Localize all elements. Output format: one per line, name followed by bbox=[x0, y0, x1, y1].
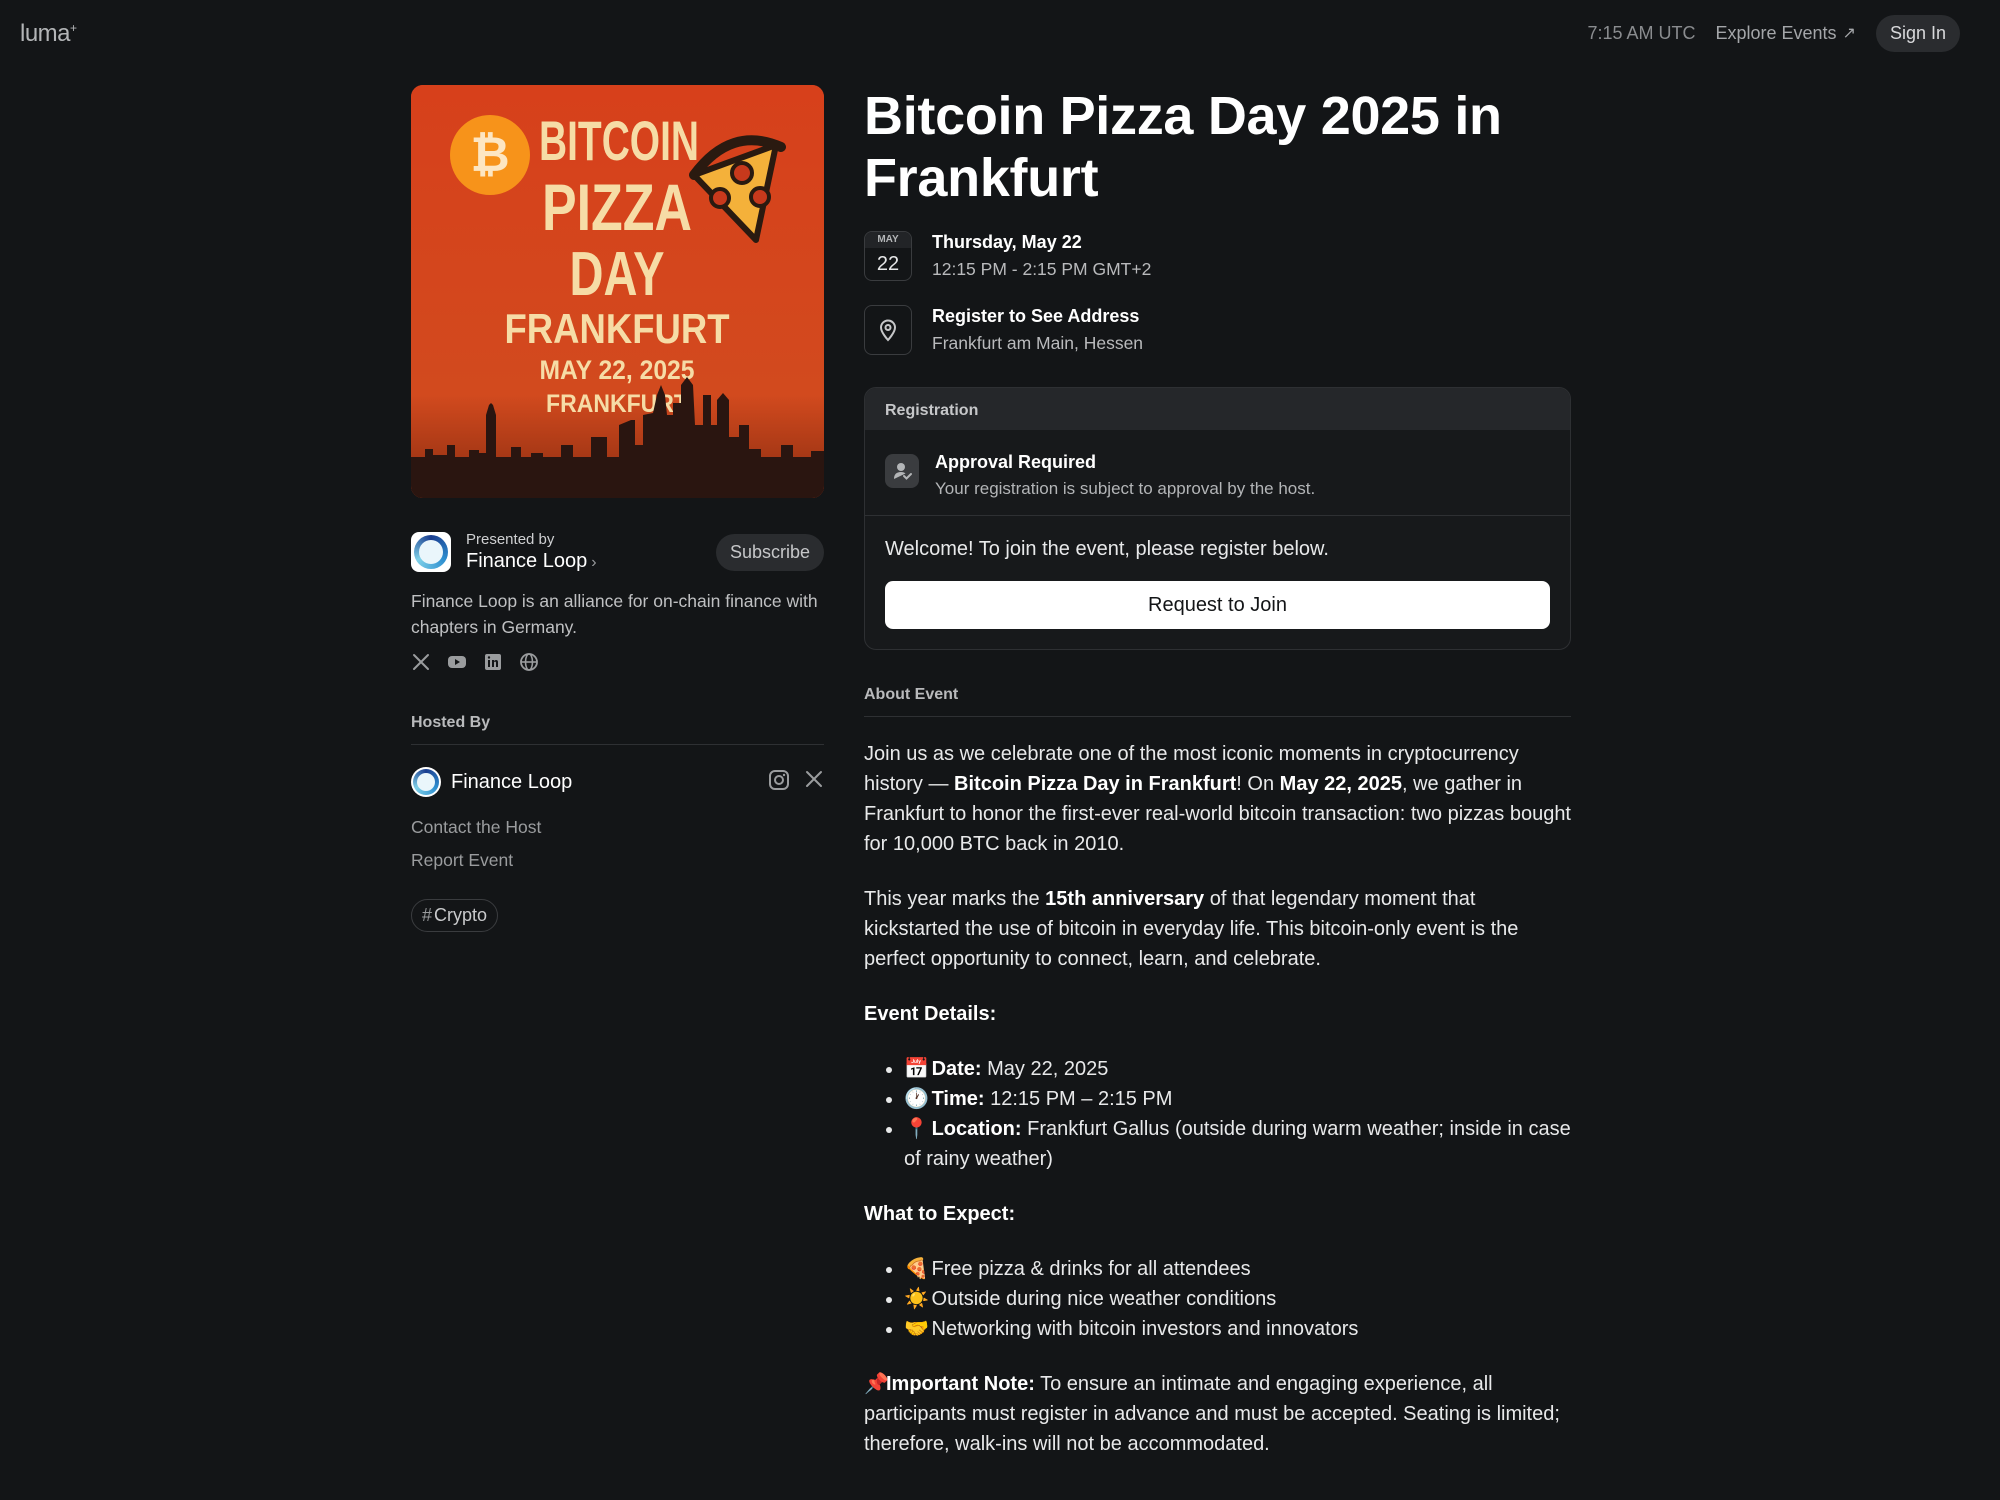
chevron-right-icon: › bbox=[591, 554, 597, 571]
top-bar: luma+ 7:15 AM UTC Explore Events ↗ Sign I… bbox=[0, 0, 2000, 66]
list-item: 📍 Location: Frankfurt Gallus (outside du… bbox=[904, 1114, 1571, 1174]
event-details-heading: Event Details: bbox=[864, 1003, 997, 1025]
x-icon[interactable] bbox=[804, 769, 824, 796]
location-text: Register to See Address Frankfurt am Mai… bbox=[932, 306, 1143, 354]
instagram-icon[interactable] bbox=[768, 769, 790, 796]
presenter-row: Presented by Finance Loop › Subscribe bbox=[411, 530, 824, 574]
finance-loop-logo[interactable] bbox=[411, 532, 451, 572]
user-check-icon bbox=[885, 454, 919, 488]
list-item: 🕐 Time: 12:15 PM – 2:15 PM bbox=[904, 1084, 1571, 1114]
sun-emoji-icon: ☀️ bbox=[904, 1288, 929, 1310]
pushpin-emoji-icon: 📌 bbox=[864, 1373, 889, 1395]
globe-icon[interactable] bbox=[519, 652, 539, 672]
registration-card: Registration Approval Required Your regi… bbox=[864, 387, 1571, 650]
explore-events-label: Explore Events bbox=[1715, 22, 1837, 43]
registration-header: Registration bbox=[865, 388, 1570, 430]
list-item: 🤝 Networking with bitcoin investors and … bbox=[904, 1314, 1571, 1344]
explore-events-link[interactable]: Explore Events ↗ bbox=[1715, 23, 1855, 44]
hash-icon: # bbox=[422, 905, 433, 925]
about-event-title: About Event bbox=[864, 686, 1571, 717]
svg-text:FRANKFURT: FRANKFURT bbox=[505, 305, 730, 352]
date-text: Thursday, May 22 12:15 PM - 2:15 PM GMT+… bbox=[932, 232, 1151, 280]
about-paragraph-1: Join us as we celebrate one of the most … bbox=[864, 743, 1571, 855]
logo-mark: + bbox=[70, 21, 77, 35]
current-time: 7:15 AM UTC bbox=[1587, 22, 1696, 43]
pin-emoji-icon: 📍 bbox=[904, 1118, 929, 1140]
sign-in-button[interactable]: Sign In bbox=[1875, 14, 1960, 52]
presenter-text: Presented by Finance Loop › bbox=[466, 531, 597, 573]
date-row: MAY 22 Thursday, May 22 12:15 PM - 2:15 … bbox=[864, 231, 1571, 281]
youtube-icon[interactable] bbox=[447, 652, 467, 672]
arrow-up-right-icon: ↗ bbox=[1842, 25, 1856, 42]
about-event-body: Join us as we celebrate one of the most … bbox=[864, 739, 1571, 1459]
logo-text: luma bbox=[20, 20, 71, 47]
location-main: Register to See Address bbox=[932, 306, 1140, 326]
top-right-nav: 7:15 AM UTC Explore Events ↗ Sign In bbox=[1587, 14, 1960, 52]
host-socials bbox=[768, 769, 824, 796]
host-row[interactable]: Finance Loop bbox=[411, 767, 824, 797]
report-event-link[interactable]: Report Event bbox=[411, 850, 824, 871]
list-item: 📅 Date: May 22, 2025 bbox=[904, 1054, 1571, 1084]
tag-label: Crypto bbox=[434, 905, 488, 925]
calendar-emoji-icon: 📅 bbox=[904, 1058, 929, 1080]
pizza-emoji-icon: 🍕 bbox=[904, 1258, 929, 1280]
approval-text: Approval Required Your registration is s… bbox=[935, 452, 1315, 499]
right-column: Bitcoin Pizza Day 2025 in Frankfurt MAY … bbox=[864, 85, 1571, 1484]
x-icon[interactable] bbox=[411, 652, 431, 672]
svg-text:PIZZA: PIZZA bbox=[542, 170, 692, 244]
handshake-emoji-icon: 🤝 bbox=[904, 1318, 929, 1340]
presenter-name-link[interactable]: Finance Loop › bbox=[466, 550, 597, 573]
location-sub: Frankfurt am Main, Hessen bbox=[932, 333, 1144, 353]
host-name: Finance Loop bbox=[451, 770, 573, 793]
left-column: ₿ BITCOIN PIZZA DAY FRANKFURT MAY 22, 20… bbox=[411, 85, 824, 932]
cover-artwork: ₿ BITCOIN PIZZA DAY FRANKFURT MAY 22, 20… bbox=[411, 85, 824, 498]
location-row: Register to See Address Frankfurt am Mai… bbox=[864, 305, 1571, 355]
luma-logo[interactable]: luma+ bbox=[20, 20, 77, 48]
approval-subtitle: Your registration is subject to approval… bbox=[935, 479, 1316, 498]
list-item: ☀️ Outside during nice weather condition… bbox=[904, 1284, 1571, 1314]
event-details-list: 📅 Date: May 22, 2025 🕐 Time: 12:15 PM – … bbox=[904, 1054, 1571, 1174]
svg-text:MAY 22, 2025: MAY 22, 2025 bbox=[540, 355, 695, 385]
hosted-by-title: Hosted By bbox=[411, 714, 824, 745]
event-cover-image: ₿ BITCOIN PIZZA DAY FRANKFURT MAY 22, 20… bbox=[411, 85, 824, 498]
presenter-name: Finance Loop bbox=[466, 550, 588, 572]
clock-emoji-icon: 🕐 bbox=[904, 1088, 929, 1110]
approval-notice: Approval Required Your registration is s… bbox=[865, 430, 1570, 516]
host-avatar bbox=[411, 767, 441, 797]
svg-text:DAY: DAY bbox=[570, 240, 665, 309]
what-to-expect-heading: What to Expect: bbox=[864, 1203, 1016, 1225]
about-paragraph-2: This year marks the 15th anniversary of … bbox=[864, 888, 1519, 970]
presented-by-label: Presented by bbox=[466, 531, 555, 548]
approval-title: Approval Required bbox=[935, 452, 1097, 472]
event-date: Thursday, May 22 bbox=[932, 232, 1082, 252]
registration-body: Welcome! To join the event, please regis… bbox=[865, 516, 1570, 649]
contact-host-link[interactable]: Contact the Host bbox=[411, 817, 824, 838]
calendar-icon: MAY 22 bbox=[864, 231, 912, 281]
welcome-text: Welcome! To join the event, please regis… bbox=[885, 538, 1329, 560]
event-title: Bitcoin Pizza Day 2025 in Frankfurt bbox=[864, 86, 1502, 208]
list-item: 🍕 Free pizza & drinks for all attendees bbox=[904, 1254, 1571, 1284]
linkedin-icon[interactable] bbox=[483, 652, 503, 672]
what-to-expect-list: 🍕 Free pizza & drinks for all attendees … bbox=[904, 1254, 1571, 1344]
organization-description: Finance Loop is an alliance for on-chain… bbox=[411, 591, 818, 637]
location-pin-icon bbox=[864, 305, 912, 355]
subscribe-button[interactable]: Subscribe bbox=[715, 534, 824, 571]
tag-crypto[interactable]: # Crypto bbox=[411, 899, 499, 932]
calendar-month: MAY bbox=[865, 232, 911, 248]
svg-text:₿: ₿ bbox=[470, 127, 509, 183]
calendar-day: 22 bbox=[876, 253, 900, 275]
important-note: 📌Important Note: To ensure an intimate a… bbox=[864, 1369, 1571, 1459]
request-to-join-button[interactable]: Request to Join bbox=[885, 581, 1550, 629]
organization-socials bbox=[411, 652, 824, 672]
svg-text:BITCOIN: BITCOIN bbox=[539, 109, 699, 172]
event-time: 12:15 PM - 2:15 PM GMT+2 bbox=[932, 259, 1152, 279]
